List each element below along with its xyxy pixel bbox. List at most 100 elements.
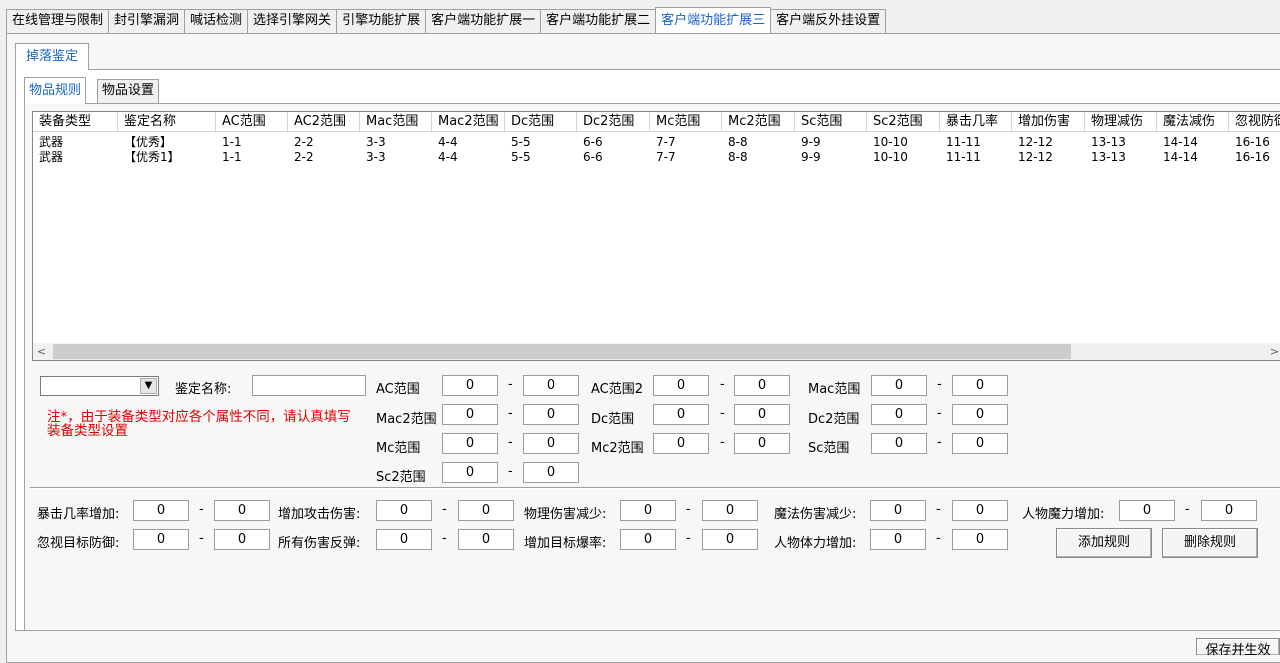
atk-min-input[interactable]: 0 <box>376 500 432 521</box>
mp-min-input[interactable]: 0 <box>1119 500 1175 521</box>
table-cell: 3-3 <box>366 150 386 164</box>
save-apply-button[interactable]: 保存并生效 <box>1196 638 1280 658</box>
column-header[interactable]: Sc范围 <box>795 112 867 132</box>
sc2-max-input[interactable]: 0 <box>523 462 579 483</box>
column-header[interactable]: 装备类型 <box>33 112 118 132</box>
column-header[interactable]: 增加伤害 <box>1012 112 1085 132</box>
sc2-min-input[interactable]: 0 <box>442 462 498 483</box>
column-header[interactable]: Mc2范围 <box>722 112 795 132</box>
crit-min-input[interactable]: 0 <box>133 500 189 521</box>
reflect-min-input[interactable]: 0 <box>376 529 432 550</box>
range-dash: - <box>508 406 513 421</box>
table-cell: 8-8 <box>728 135 748 149</box>
mc2-max-input[interactable]: 0 <box>734 433 790 454</box>
tab-anti-cheat[interactable]: 客户端反外挂设置 <box>770 9 887 33</box>
delete-rule-button[interactable]: 删除规则 <box>1162 528 1258 558</box>
range-dash: - <box>508 377 513 392</box>
tab-shout-detect[interactable]: 喊话检测 <box>184 9 249 33</box>
table-cell: 16-16 <box>1235 135 1270 149</box>
scrollbar-thumb[interactable] <box>53 344 1071 359</box>
ignore-def-min-input[interactable]: 0 <box>133 529 189 550</box>
mc2-min-input[interactable]: 0 <box>653 433 709 454</box>
ac2-max-input[interactable]: 0 <box>734 375 790 396</box>
mp-label: 人物魔力增加: <box>1022 507 1105 522</box>
mc-min-input[interactable]: 0 <box>442 433 498 454</box>
ac2-min-input[interactable]: 0 <box>653 375 709 396</box>
add-rule-button[interactable]: 添加规则 <box>1056 528 1152 558</box>
mp-max-input[interactable]: 0 <box>1201 500 1257 521</box>
tab-client-ext-2[interactable]: 客户端功能扩展二 <box>540 9 657 33</box>
column-header[interactable]: Mc范围 <box>650 112 722 132</box>
dc2-min-input[interactable]: 0 <box>871 404 927 425</box>
horizontal-scrollbar[interactable]: < > <box>33 343 1280 360</box>
sc-range-label: Sc范围 <box>808 441 850 456</box>
scroll-left-icon[interactable]: < <box>33 343 50 360</box>
table-cell: 7-7 <box>656 135 676 149</box>
table-cell: 【优秀】 <box>124 135 173 149</box>
tab-gateway[interactable]: 选择引擎网关 <box>247 9 338 33</box>
column-header[interactable]: 魔法减伤 <box>1157 112 1229 132</box>
table-cell: 16-16 <box>1235 150 1270 164</box>
reflect-max-input[interactable]: 0 <box>458 529 514 550</box>
dc-min-input[interactable]: 0 <box>653 404 709 425</box>
range-dash: - <box>720 406 725 421</box>
sc-max-input[interactable]: 0 <box>952 433 1008 454</box>
sc2-range-label: Sc2范围 <box>376 470 426 485</box>
tab-item-settings[interactable]: 物品设置 <box>97 79 160 103</box>
table-row[interactable]: 武器 【优秀1】 1-1 2-2 3-3 4-4 5-5 6-6 7-7 8-8… <box>33 150 1280 164</box>
column-header[interactable]: AC2范围 <box>288 112 360 132</box>
tab-drop-identify[interactable]: 掉落鉴定 <box>15 43 89 70</box>
table-cell: 【优秀1】 <box>124 150 180 164</box>
mac-range-label: Mac范围 <box>808 382 861 397</box>
column-header[interactable]: Dc范围 <box>505 112 577 132</box>
phys-max-input[interactable]: 0 <box>702 500 758 521</box>
ac-min-input[interactable]: 0 <box>442 375 498 396</box>
column-header[interactable]: 暴击几率 <box>940 112 1012 132</box>
tab-engine-bugs[interactable]: 封引擎漏洞 <box>108 9 186 33</box>
range-dash: - <box>937 377 942 392</box>
mac-max-input[interactable]: 0 <box>952 375 1008 396</box>
chevron-down-icon[interactable]: ▼ <box>140 378 157 394</box>
tab-client-ext-1[interactable]: 客户端功能扩展一 <box>425 9 542 33</box>
hp-min-input[interactable]: 0 <box>870 529 926 550</box>
column-header[interactable]: 忽视防御 <box>1229 112 1280 132</box>
table-cell: 9-9 <box>801 135 821 149</box>
tab-item-rules[interactable]: 物品规则 <box>24 77 87 104</box>
column-header[interactable]: Dc2范围 <box>577 112 650 132</box>
phys-min-input[interactable]: 0 <box>620 500 676 521</box>
burst-min-input[interactable]: 0 <box>620 529 676 550</box>
scroll-right-icon[interactable]: > <box>1266 343 1280 360</box>
table-cell: 7-7 <box>656 150 676 164</box>
tab-engine-ext[interactable]: 引擎功能扩展 <box>336 9 427 33</box>
magic-min-input[interactable]: 0 <box>870 500 926 521</box>
dc2-max-input[interactable]: 0 <box>952 404 1008 425</box>
sc-min-input[interactable]: 0 <box>871 433 927 454</box>
hp-max-input[interactable]: 0 <box>952 529 1008 550</box>
column-header[interactable]: Mac2范围 <box>432 112 505 132</box>
magic-max-input[interactable]: 0 <box>952 500 1008 521</box>
rules-list[interactable]: 装备类型 鉴定名称 AC范围 AC2范围 Mac范围 Mac2范围 Dc范围 D… <box>32 111 1280 361</box>
identify-name-input[interactable] <box>252 375 366 396</box>
column-header[interactable]: 物理减伤 <box>1085 112 1157 132</box>
table-row[interactable]: 武器 【优秀】 1-1 2-2 3-3 4-4 5-5 6-6 7-7 8-8 … <box>33 135 1280 149</box>
tab-client-ext-3[interactable]: 客户端功能扩展三 <box>655 7 772 33</box>
column-header[interactable]: Mac范围 <box>360 112 432 132</box>
burst-max-input[interactable]: 0 <box>702 529 758 550</box>
mac2-max-input[interactable]: 0 <box>523 404 579 425</box>
equip-type-select[interactable]: ▼ <box>40 376 159 396</box>
mac-min-input[interactable]: 0 <box>871 375 927 396</box>
tab-online-management[interactable]: 在线管理与限制 <box>6 9 110 33</box>
mc-max-input[interactable]: 0 <box>523 433 579 454</box>
table-cell: 武器 <box>39 150 64 164</box>
ac-max-input[interactable]: 0 <box>523 375 579 396</box>
atk-max-input[interactable]: 0 <box>458 500 514 521</box>
column-header[interactable]: Sc2范围 <box>867 112 940 132</box>
column-header[interactable]: AC范围 <box>216 112 288 132</box>
column-header[interactable]: 鉴定名称 <box>118 112 216 132</box>
ignore-def-max-input[interactable]: 0 <box>214 529 270 550</box>
crit-max-input[interactable]: 0 <box>214 500 270 521</box>
dc-max-input[interactable]: 0 <box>734 404 790 425</box>
table-cell: 1-1 <box>222 135 242 149</box>
mac2-min-input[interactable]: 0 <box>442 404 498 425</box>
table-cell: 12-12 <box>1018 150 1053 164</box>
